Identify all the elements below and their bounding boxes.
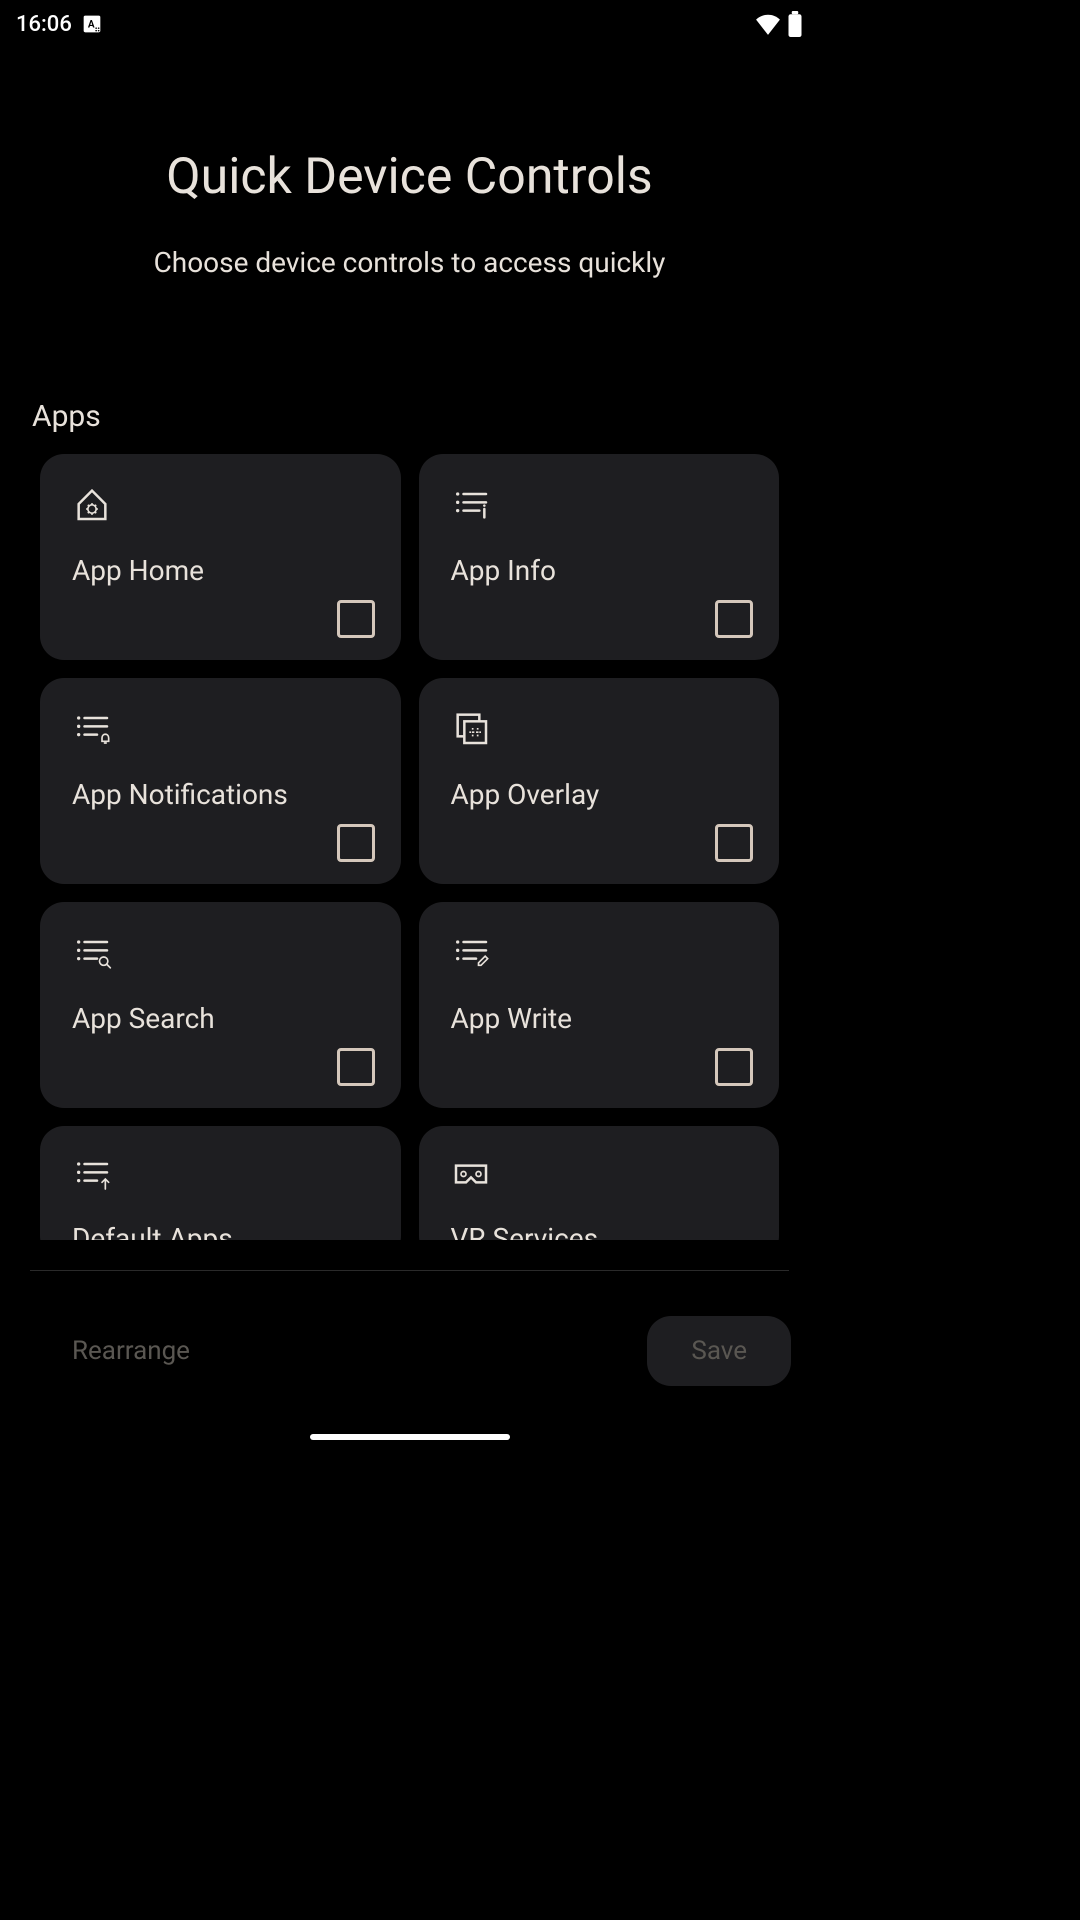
card-app-notifications[interactable]: App Notifications: [40, 678, 401, 884]
home-gear-icon: [72, 482, 369, 526]
battery-icon: [787, 11, 803, 37]
footer: Rearrange Save: [0, 1316, 819, 1386]
cards-grid: App Home App Info: [0, 454, 819, 1240]
status-left: 16:06 A: [16, 12, 102, 37]
card-label: VR Services: [451, 1222, 748, 1240]
save-button[interactable]: Save: [647, 1316, 791, 1386]
checkbox[interactable]: [337, 600, 375, 638]
list-edit-icon: [451, 930, 748, 974]
card-app-home[interactable]: App Home: [40, 454, 401, 660]
svg-text:A: A: [88, 19, 95, 30]
status-time: 16:06: [16, 12, 72, 37]
checkbox[interactable]: [715, 600, 753, 638]
card-default-apps[interactable]: Default Apps: [40, 1126, 401, 1240]
list-info-icon: [451, 482, 748, 526]
card-label: App Info: [451, 554, 748, 587]
card-label: App Home: [72, 554, 369, 587]
vr-icon: [451, 1154, 748, 1194]
divider: [30, 1270, 789, 1271]
list-up-icon: [72, 1154, 369, 1194]
card-label: App Overlay: [451, 778, 748, 811]
card-app-write[interactable]: App Write: [419, 902, 780, 1108]
checkbox[interactable]: [715, 1048, 753, 1086]
overlay-icon: [451, 706, 748, 750]
card-label: App Notifications: [72, 778, 369, 811]
card-app-search[interactable]: App Search: [40, 902, 401, 1108]
checkbox[interactable]: [715, 824, 753, 862]
nav-pill[interactable]: [310, 1434, 510, 1440]
list-bell-icon: [72, 706, 369, 750]
page-title: Quick Device Controls: [0, 148, 819, 206]
section-label-apps: Apps: [32, 399, 819, 434]
rearrange-button[interactable]: Rearrange: [28, 1316, 234, 1386]
keyboard-icon: A: [82, 14, 102, 34]
checkbox[interactable]: [337, 1048, 375, 1086]
card-app-overlay[interactable]: App Overlay: [419, 678, 780, 884]
cards-viewport[interactable]: App Home App Info: [0, 434, 819, 1240]
wifi-icon: [755, 13, 781, 35]
card-vr-services[interactable]: VR Services: [419, 1126, 780, 1240]
status-right: [755, 11, 803, 37]
save-label: Save: [691, 1336, 747, 1366]
card-label: App Search: [72, 1002, 369, 1035]
checkbox[interactable]: [337, 824, 375, 862]
status-bar: 16:06 A: [0, 0, 819, 48]
list-search-icon: [72, 930, 369, 974]
rearrange-label: Rearrange: [72, 1336, 190, 1366]
card-label: App Write: [451, 1002, 748, 1035]
page-subtitle: Choose device controls to access quickly: [0, 246, 819, 279]
card-app-info[interactable]: App Info: [419, 454, 780, 660]
card-label: Default Apps: [72, 1222, 369, 1240]
